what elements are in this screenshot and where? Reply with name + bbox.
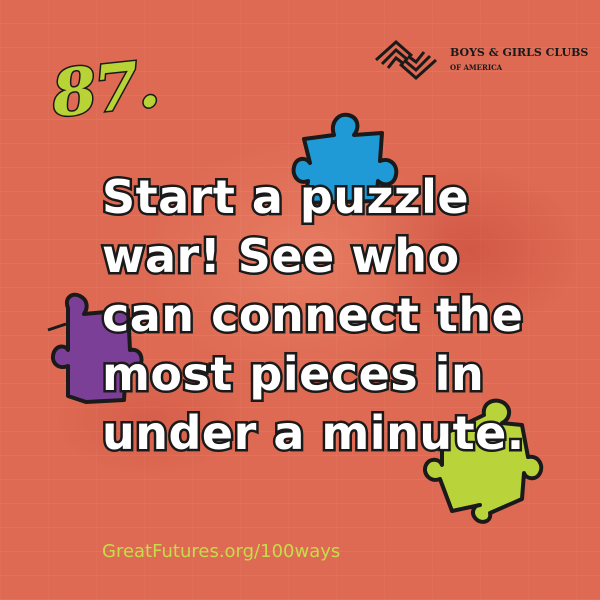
- message-line: under a minute.: [100, 404, 527, 463]
- logo-line2: OF AMERICA: [450, 63, 503, 72]
- footer-url: GreatFutures.org/100ways: [102, 541, 341, 562]
- message-line: most pieces in: [100, 345, 487, 404]
- logo-line1: BOYS & GIRLS CLUBS: [450, 46, 589, 59]
- message-line: can connect the: [100, 286, 526, 345]
- tip-message: Start a puzzle war! See who can connect …: [100, 168, 582, 463]
- message-line: war! See who: [100, 227, 462, 286]
- bgca-hands-icon: [374, 39, 438, 81]
- bgca-logo: BOYS & GIRLS CLUBS OF AMERICA: [372, 36, 588, 86]
- poster: 87. BOYS & GIRLS CLUBS OF AMERICA Start …: [0, 0, 600, 600]
- message-line: Start a puzzle: [100, 168, 472, 227]
- tip-number: 87.: [47, 45, 163, 134]
